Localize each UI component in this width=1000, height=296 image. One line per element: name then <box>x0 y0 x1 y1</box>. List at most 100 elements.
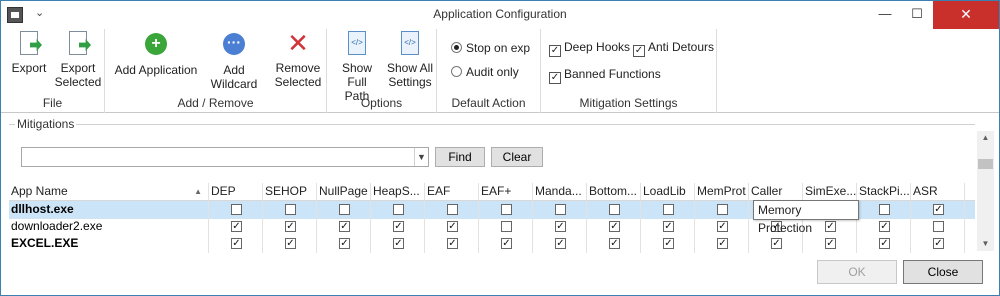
mitigation-settings-group: ✓ Deep Hooks ✓ Anti Detours ✓ Banned Functi… <box>541 29 717 113</box>
scroll-down-icon[interactable]: ▼ <box>977 237 994 251</box>
app-name-cell[interactable]: EXCEL.EXE <box>9 235 209 253</box>
ok-button[interactable]: OK <box>817 260 897 284</box>
column-header-label: Bottom... <box>589 184 638 198</box>
export-button[interactable]: Export <box>7 31 51 75</box>
checked-checkbox[interactable]: ✓ <box>663 238 674 249</box>
column-header[interactable]: DEP <box>209 183 263 201</box>
checked-checkbox[interactable]: ✓ <box>447 221 458 232</box>
column-header-label: App Name <box>11 184 68 198</box>
column-header[interactable]: Bottom... <box>587 183 641 201</box>
stop-on-exp-radio[interactable]: Stop on exp <box>451 41 530 55</box>
anti-detours-checkbox[interactable]: ✓ Anti Detours <box>633 40 714 57</box>
unchecked-checkbox[interactable] <box>447 204 458 215</box>
clear-button[interactable]: Clear <box>491 147 543 167</box>
checked-checkbox[interactable]: ✓ <box>609 238 620 249</box>
checked-checkbox[interactable]: ✓ <box>339 238 350 249</box>
banned-functions-checkbox[interactable]: ✓ Banned Functions <box>549 67 661 84</box>
checked-checkbox[interactable]: ✓ <box>501 238 512 249</box>
checked-checkbox[interactable]: ✓ <box>555 221 566 232</box>
audit-only-radio[interactable]: Audit only <box>451 65 519 79</box>
unchecked-checkbox[interactable] <box>231 204 242 215</box>
column-header-label: SEHOP <box>265 184 308 198</box>
column-header[interactable]: HeapS... <box>371 183 425 201</box>
checked-checkbox[interactable]: ✓ <box>285 221 296 232</box>
unchecked-checkbox[interactable] <box>933 221 944 232</box>
close-window-button[interactable]: ✕ <box>933 1 999 29</box>
scrollbar-thumb[interactable] <box>978 159 993 169</box>
column-header[interactable]: MemProt <box>695 183 749 201</box>
column-header[interactable]: LoadLib <box>641 183 695 201</box>
scroll-up-icon[interactable]: ▲ <box>977 131 994 145</box>
app-name-cell[interactable]: downloader2.exe <box>9 218 209 236</box>
unchecked-checkbox[interactable] <box>879 204 890 215</box>
column-header[interactable]: StackPi... <box>857 183 911 201</box>
column-header[interactable]: NullPage <box>317 183 371 201</box>
find-button[interactable]: Find <box>435 147 485 167</box>
mitigation-cell <box>479 201 533 219</box>
checked-checkbox[interactable]: ✓ <box>825 221 836 232</box>
checked-checkbox[interactable]: ✓ <box>933 204 944 215</box>
unchecked-checkbox[interactable] <box>501 221 512 232</box>
export-selected-button[interactable]: Export Selected <box>53 31 103 89</box>
mitigations-group-label: Mitigations <box>15 117 77 131</box>
checked-checkbox[interactable]: ✓ <box>339 221 350 232</box>
mitigation-cell: ✓ <box>911 201 965 219</box>
checked-checkbox[interactable]: ✓ <box>717 238 728 249</box>
checked-checkbox[interactable]: ✓ <box>879 221 890 232</box>
checked-checkbox[interactable]: ✓ <box>393 238 404 249</box>
export-selected-label-1: Export <box>60 61 96 75</box>
unchecked-checkbox[interactable] <box>501 204 512 215</box>
column-header[interactable]: SimExe... <box>803 183 857 201</box>
unchecked-checkbox[interactable] <box>663 204 674 215</box>
column-header[interactable]: SEHOP <box>263 183 317 201</box>
checked-checkbox[interactable]: ✓ <box>393 221 404 232</box>
column-header-app-name[interactable]: App Name ▲ <box>9 183 209 201</box>
remove-selected-button[interactable]: ✕ Remove Selected <box>273 30 323 89</box>
unchecked-checkbox[interactable] <box>717 204 728 215</box>
remove-selected-label-1: Remove <box>275 61 321 75</box>
unchecked-checkbox[interactable] <box>609 204 620 215</box>
column-header[interactable]: EAF+ <box>479 183 533 201</box>
mitigation-cell: ✓ <box>641 218 695 236</box>
checked-checkbox[interactable]: ✓ <box>231 238 242 249</box>
column-header[interactable]: ASR <box>911 183 965 201</box>
unchecked-checkbox[interactable] <box>285 204 296 215</box>
checked-checkbox[interactable]: ✓ <box>609 221 620 232</box>
unchecked-checkbox[interactable] <box>555 204 566 215</box>
application-search-combo[interactable]: ▼ <box>21 147 429 167</box>
checked-checkbox[interactable]: ✓ <box>717 221 728 232</box>
table-row[interactable]: downloader2.exe✓✓✓✓✓✓✓✓✓✓✓✓ <box>9 218 975 236</box>
table-row[interactable]: EXCEL.EXE ✓ ✓ ✓ ✓ ✓ ✓ ✓ ✓ ✓ ✓ ✓ ✓ ✓ ✓ <box>9 235 975 253</box>
checked-checkbox[interactable]: ✓ <box>447 238 458 249</box>
checked-checkbox[interactable]: ✓ <box>663 221 674 232</box>
unchecked-checkbox[interactable] <box>339 204 350 215</box>
add-application-button[interactable]: + Add Application <box>111 31 201 77</box>
add-wildcard-button[interactable]: ··· Add Wildcard <box>201 31 267 91</box>
app-config-window: ⌄ Application Configuration — ☐ ✕ Export… <box>0 0 1000 296</box>
add-remove-group: + Add Application ··· Add Wildcard ✕ Rem… <box>105 29 327 113</box>
chevron-down-icon[interactable]: ▼ <box>414 148 428 166</box>
column-header[interactable]: EAF <box>425 183 479 201</box>
show-all-settings-button[interactable]: </> Show All Settings <box>385 31 435 89</box>
checked-checkbox[interactable]: ✓ <box>879 238 890 249</box>
checked-checkbox[interactable]: ✓ <box>825 238 836 249</box>
checked-checkbox[interactable]: ✓ <box>933 238 944 249</box>
close-button[interactable]: Close <box>903 260 983 284</box>
minimize-button[interactable]: — <box>869 1 901 29</box>
checked-checkbox[interactable]: ✓ <box>555 238 566 249</box>
column-header[interactable]: Caller <box>749 183 803 201</box>
column-header-label: ASR <box>913 184 938 198</box>
vertical-scrollbar[interactable]: ▲ ▼ <box>977 131 994 251</box>
maximize-button[interactable]: ☐ <box>901 1 933 29</box>
checked-checkbox[interactable]: ✓ <box>231 221 242 232</box>
show-full-path-button[interactable]: </> Show Full Path <box>331 31 383 103</box>
checked-checkbox[interactable]: ✓ <box>771 238 782 249</box>
export-selected-icon <box>65 31 91 57</box>
app-name-cell[interactable]: dllhost.exe <box>9 201 209 219</box>
mitigation-cell: ✓ <box>695 218 749 236</box>
column-header[interactable]: Manda... <box>533 183 587 201</box>
deep-hooks-checkbox[interactable]: ✓ Deep Hooks <box>549 40 630 57</box>
checked-checkbox[interactable]: ✓ <box>285 238 296 249</box>
unchecked-checkbox[interactable] <box>393 204 404 215</box>
mitigation-settings-group-label: Mitigation Settings <box>579 96 678 110</box>
